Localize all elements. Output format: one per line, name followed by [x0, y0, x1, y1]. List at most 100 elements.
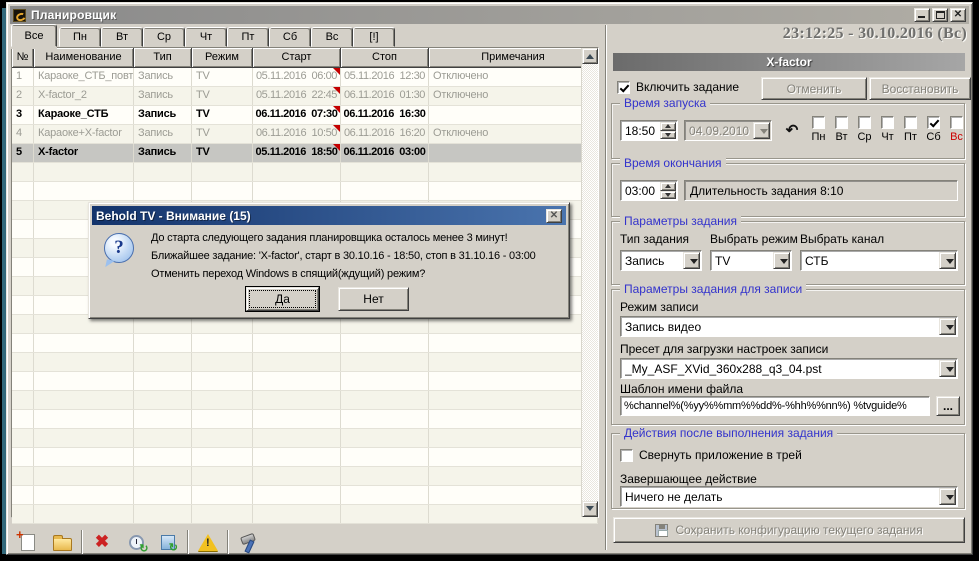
cell-empty	[429, 391, 598, 409]
table-row-empty[interactable]	[12, 372, 598, 391]
warnings-button[interactable]	[195, 529, 221, 555]
task-type-combo[interactable]: Запись	[620, 250, 702, 271]
filename-template-input[interactable]	[620, 396, 930, 416]
minimize-to-tray-checkbox[interactable]	[620, 449, 633, 462]
dropdown-button[interactable]	[773, 252, 790, 269]
spin-down-button[interactable]	[660, 191, 676, 200]
dialog-titlebar[interactable]: Behold TV - Внимание (15) ✕	[92, 206, 566, 225]
table-row[interactable]: 2 X-factor_2 Запись TV 05.11.2016 22:45 …	[12, 87, 598, 106]
day-tabs: Все Пн Вт Ср Чт Пт Сб Вс [!]	[11, 24, 601, 47]
tab-sat[interactable]: Сб	[269, 27, 311, 47]
table-row-empty[interactable]	[12, 353, 598, 372]
enable-task-checkbox[interactable]	[617, 81, 630, 94]
table-row-empty[interactable]	[12, 448, 598, 467]
table-row-empty[interactable]	[12, 429, 598, 448]
cell-empty	[192, 391, 253, 409]
channel-combo[interactable]: СТБ	[800, 250, 958, 271]
table-row-empty[interactable]	[12, 486, 598, 505]
tab-tue[interactable]: Вт	[101, 27, 143, 47]
dropdown-button[interactable]	[939, 488, 956, 505]
table-row-empty[interactable]	[12, 410, 598, 429]
weekday-checkbox-mon[interactable]	[812, 116, 825, 129]
refresh-schedule-button[interactable]	[123, 529, 149, 555]
cell-empty	[34, 486, 134, 504]
cell-mode: TV	[192, 125, 253, 143]
weekday-checkbox-fri[interactable]	[904, 116, 917, 129]
tab-wed[interactable]: Ср	[143, 27, 185, 47]
preset-combo[interactable]: _My_ASF_XVid_360x288_q3_04.pst	[620, 358, 958, 379]
apply-window-button[interactable]	[155, 529, 181, 555]
cell-empty	[34, 391, 134, 409]
record-params-group: Параметры задания для записи Режим запис…	[611, 289, 965, 425]
spin-up-button[interactable]	[660, 122, 676, 131]
weekday-checkbox-tue[interactable]	[835, 116, 848, 129]
cell-empty	[12, 258, 34, 276]
attention-dialog: Behold TV - Внимание (15) ✕ ? До старта …	[88, 202, 570, 319]
table-row[interactable]: 1 Караоке_СТБ_повтор Запись TV 05.11.201…	[12, 68, 598, 87]
minimize-button[interactable]	[914, 8, 930, 22]
new-task-button[interactable]	[15, 529, 41, 555]
weekday-checkbox-wed[interactable]	[858, 116, 871, 129]
cell-start: 06.11.2016 07:30	[253, 106, 341, 124]
weekday-checkbox-sat[interactable]	[927, 116, 940, 129]
cancel-button[interactable]: Отменить	[761, 77, 867, 100]
table-row-empty[interactable]	[12, 163, 598, 182]
dropdown-button[interactable]	[939, 318, 956, 335]
start-time-spinner[interactable]: 18:50	[620, 120, 678, 141]
cell-empty	[12, 353, 34, 371]
dropdown-button[interactable]	[939, 252, 956, 269]
tab-all[interactable]: Все	[11, 24, 57, 47]
maximize-button[interactable]	[932, 8, 948, 22]
table-row-empty[interactable]	[12, 391, 598, 410]
cell-empty	[341, 467, 429, 485]
final-action-combo[interactable]: Ничего не делать	[620, 486, 958, 507]
tab-sun[interactable]: Вс	[311, 27, 353, 47]
delete-task-button[interactable]: ✖	[89, 529, 115, 555]
restore-button[interactable]: Восстановить	[869, 77, 971, 100]
start-date-combo[interactable]: 04.09.2010	[684, 120, 772, 141]
no-button[interactable]: Нет	[338, 287, 409, 311]
cell-note	[429, 144, 598, 162]
close-button[interactable]: ✕	[950, 8, 966, 22]
dropdown-button[interactable]	[683, 252, 700, 269]
cell-mode: TV	[192, 144, 253, 162]
tools-button[interactable]	[235, 529, 261, 555]
tab-thu[interactable]: Чт	[185, 27, 227, 47]
cell-empty	[134, 486, 192, 504]
table-row[interactable]: 3 Караоке_СТБ Запись TV 06.11.2016 07:30…	[12, 106, 598, 125]
mode-combo[interactable]: TV	[710, 250, 792, 271]
cell-num: 4	[12, 125, 34, 143]
table-row[interactable]: 4 Караоке+X-factor Запись TV 06.11.2016 …	[12, 125, 598, 144]
weekday-checkbox-sun[interactable]	[950, 116, 963, 129]
open-schedule-button[interactable]	[49, 529, 75, 555]
save-icon	[655, 524, 668, 537]
dropdown-button[interactable]	[753, 122, 770, 139]
yes-button[interactable]: Да	[246, 287, 319, 311]
cell-empty	[253, 391, 341, 409]
cell-empty	[34, 372, 134, 390]
scroll-down-button[interactable]	[582, 501, 598, 517]
browse-button[interactable]: ...	[936, 396, 960, 416]
scroll-up-button[interactable]	[582, 48, 598, 64]
record-mode-combo[interactable]: Запись видео	[620, 316, 958, 337]
table-row-empty[interactable]	[12, 334, 598, 353]
tab-fri[interactable]: Пт	[227, 27, 269, 47]
weekday-checkbox-thu[interactable]	[881, 116, 894, 129]
table-scrollbar[interactable]	[581, 48, 598, 517]
spin-up-button[interactable]	[660, 182, 676, 191]
undo-button[interactable]: ↶	[782, 120, 802, 140]
spin-down-button[interactable]	[660, 131, 676, 140]
window-titlebar[interactable]: Планировщик ✕	[10, 6, 969, 24]
cell-empty	[341, 410, 429, 428]
tab-alerts[interactable]: [!]	[353, 27, 395, 47]
table-row-selected[interactable]: 5 X-factor Запись TV 05.11.2016 18:50 06…	[12, 144, 598, 163]
end-time-spinner[interactable]: 03:00	[620, 180, 678, 201]
save-config-button[interactable]: Сохранить конфигурацию текущего задания	[613, 517, 965, 543]
table-row-empty[interactable]	[12, 182, 598, 201]
table-row-empty[interactable]	[12, 505, 598, 524]
tab-mon[interactable]: Пн	[59, 27, 101, 47]
table-row-empty[interactable]	[12, 467, 598, 486]
dialog-close-button[interactable]: ✕	[546, 209, 562, 223]
dropdown-button[interactable]	[939, 360, 956, 377]
cell-empty	[34, 182, 134, 200]
